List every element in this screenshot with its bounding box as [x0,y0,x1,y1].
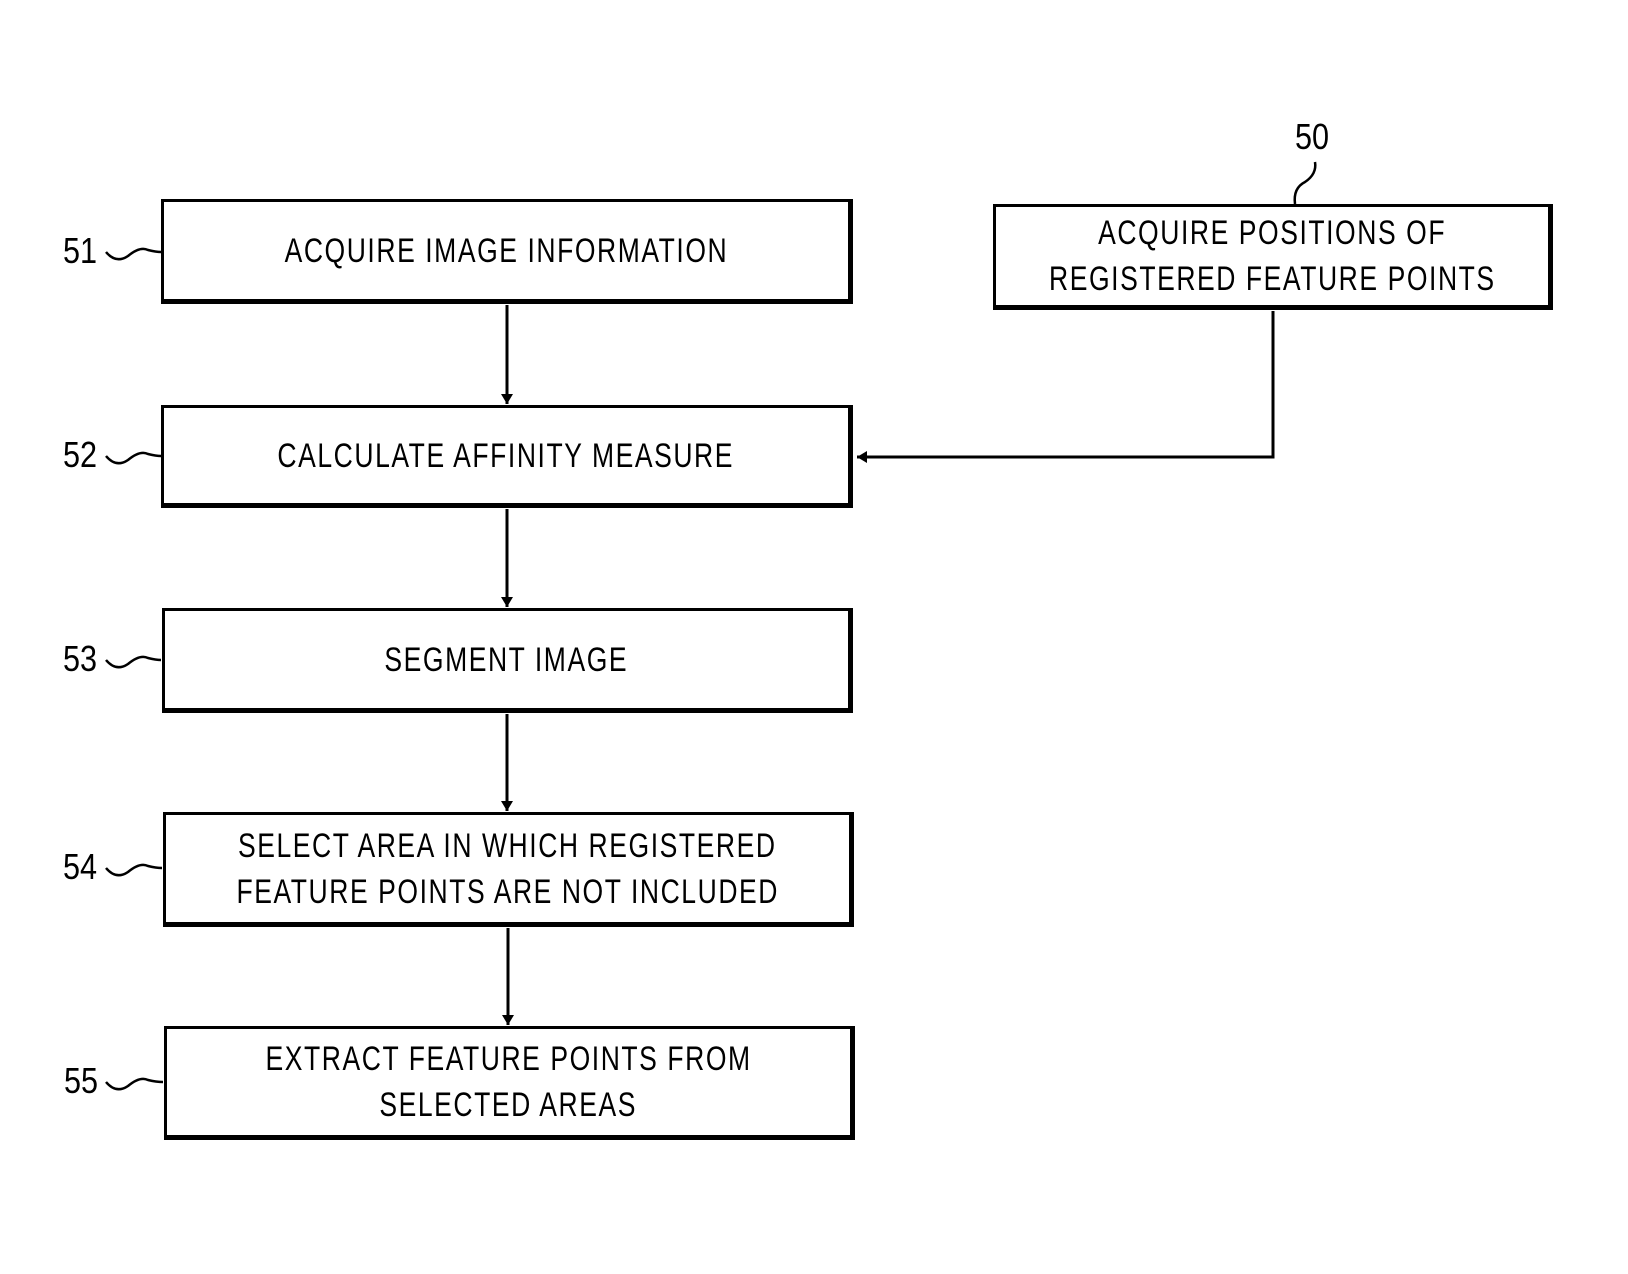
step-text: SEGMENT IMAGE [384,640,629,679]
step-box-select-area: SELECT AREA IN WHICH REGISTERED FEATURE … [163,812,854,927]
ref-label-51: 51 [63,230,98,271]
step-text-line-2: SELECTED AREAS [379,1086,638,1124]
step-text: ACQUIRE IMAGE INFORMATION [284,231,728,270]
step-text: CALCULATE AFFINITY MEASURE [277,436,735,475]
ref-label-50: 50 [1295,116,1330,157]
leader-51 [105,247,162,261]
ref-label-52: 52 [63,434,98,475]
arrow-50-to-52 [857,311,1275,463]
leader-53 [105,655,162,669]
step-box-acquire-image-information: ACQUIRE IMAGE INFORMATION [161,199,853,304]
side-box-acquire-registered-positions: ACQUIRE POSITIONS OF REGISTERED FEATURE … [993,204,1553,310]
ref-label-55: 55 [64,1060,99,1101]
step-text-line-1: EXTRACT FEATURE POINTS FROM [265,1040,752,1078]
leader-52 [105,451,162,465]
step-text-line-2: FEATURE POINTS ARE NOT INCLUDED [236,872,779,911]
leader-55 [105,1077,164,1091]
side-text-line-1: ACQUIRE POSITIONS OF [1097,214,1446,252]
ref-label-54: 54 [63,846,98,887]
step-box-segment-image: SEGMENT IMAGE [162,608,853,713]
step-text-line-1: SELECT AREA IN WHICH REGISTERED [238,826,777,865]
leader-54 [105,863,163,877]
step-box-calculate-affinity-measure: CALCULATE AFFINITY MEASURE [161,405,853,508]
ref-label-53: 53 [63,638,98,679]
leader-50 [1293,161,1317,205]
side-text-line-2: REGISTERED FEATURE POINTS [1048,260,1496,298]
step-box-extract-feature-points: EXTRACT FEATURE POINTS FROM SELECTED ARE… [164,1026,855,1140]
